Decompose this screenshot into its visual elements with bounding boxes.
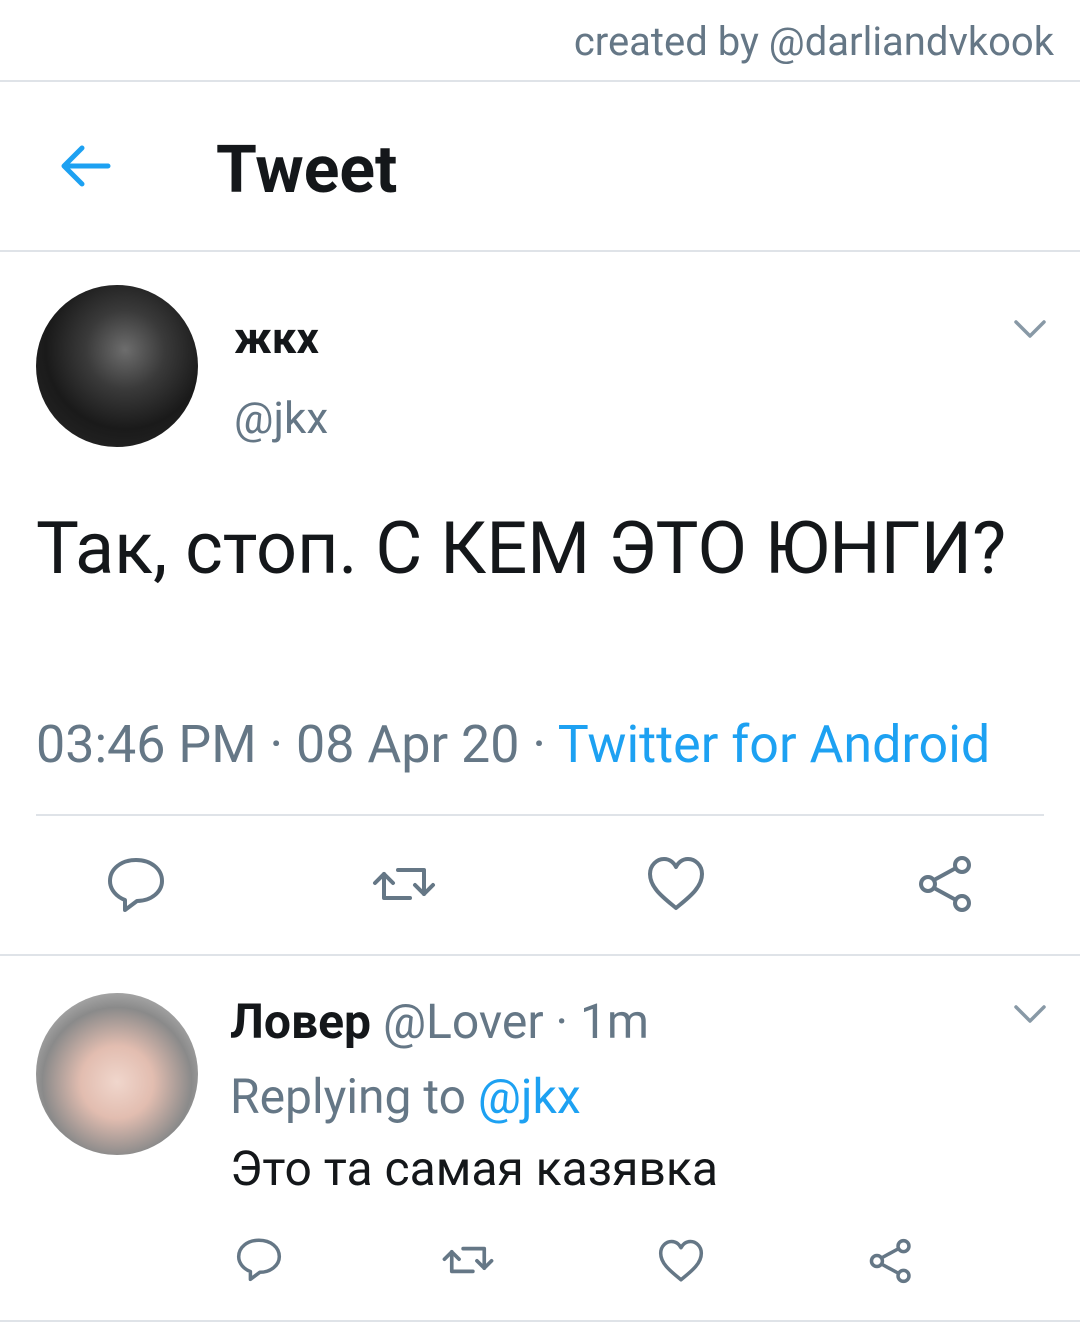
- retweet-icon[interactable]: [372, 852, 436, 916]
- reply-time: 1m: [579, 993, 650, 1050]
- tweet-meta: 03:46 PM · 08 Apr 20 · Twitter for Andro…: [36, 714, 990, 775]
- reply-avatar[interactable]: [36, 993, 198, 1155]
- tweet-source-link[interactable]: Twitter for Android: [558, 714, 990, 775]
- tweet-date: 08 Apr 20: [295, 714, 520, 775]
- reply-text: Это та самая казявка: [230, 1140, 718, 1197]
- meta-separator: ·: [519, 714, 558, 775]
- replying-prefix: Replying to: [230, 1068, 478, 1125]
- reply-author-name[interactable]: Ловер: [230, 993, 371, 1050]
- reply-icon[interactable]: [234, 1234, 284, 1284]
- replying-to: Replying to @jkx: [230, 1068, 581, 1125]
- reply-author-handle[interactable]: @Lover: [383, 993, 544, 1050]
- divider: [0, 954, 1080, 956]
- avatar[interactable]: [36, 285, 198, 447]
- meta-separator: ·: [543, 993, 580, 1050]
- reply-icon[interactable]: [104, 852, 168, 916]
- divider: [36, 814, 1044, 816]
- back-arrow-icon[interactable]: [56, 137, 114, 195]
- retweet-icon[interactable]: [442, 1234, 494, 1286]
- author-handle[interactable]: @jkx: [234, 392, 328, 444]
- reply-header: Ловер @Lover · 1m: [230, 993, 649, 1050]
- share-icon[interactable]: [866, 1236, 916, 1286]
- like-icon[interactable]: [656, 1236, 706, 1286]
- like-icon[interactable]: [644, 852, 708, 916]
- page-title: Tweet: [216, 132, 398, 209]
- divider: [0, 1320, 1080, 1322]
- chevron-down-icon[interactable]: [1012, 318, 1048, 340]
- credit-bar: created by @darliandvkook: [0, 0, 1080, 82]
- author-name[interactable]: жкх: [234, 312, 319, 364]
- share-icon[interactable]: [914, 852, 978, 916]
- credit-text: created by @darliandvkook: [573, 18, 1054, 65]
- replying-to-mention[interactable]: @jkx: [478, 1068, 581, 1125]
- tweet-time: 03:46 PM: [36, 714, 257, 775]
- tweet-text: Так, стоп. С КЕМ ЭТО ЮНГИ?: [36, 506, 1007, 591]
- meta-separator: ·: [256, 714, 296, 775]
- chevron-down-icon[interactable]: [1012, 1003, 1048, 1025]
- header: Tweet: [0, 82, 1080, 252]
